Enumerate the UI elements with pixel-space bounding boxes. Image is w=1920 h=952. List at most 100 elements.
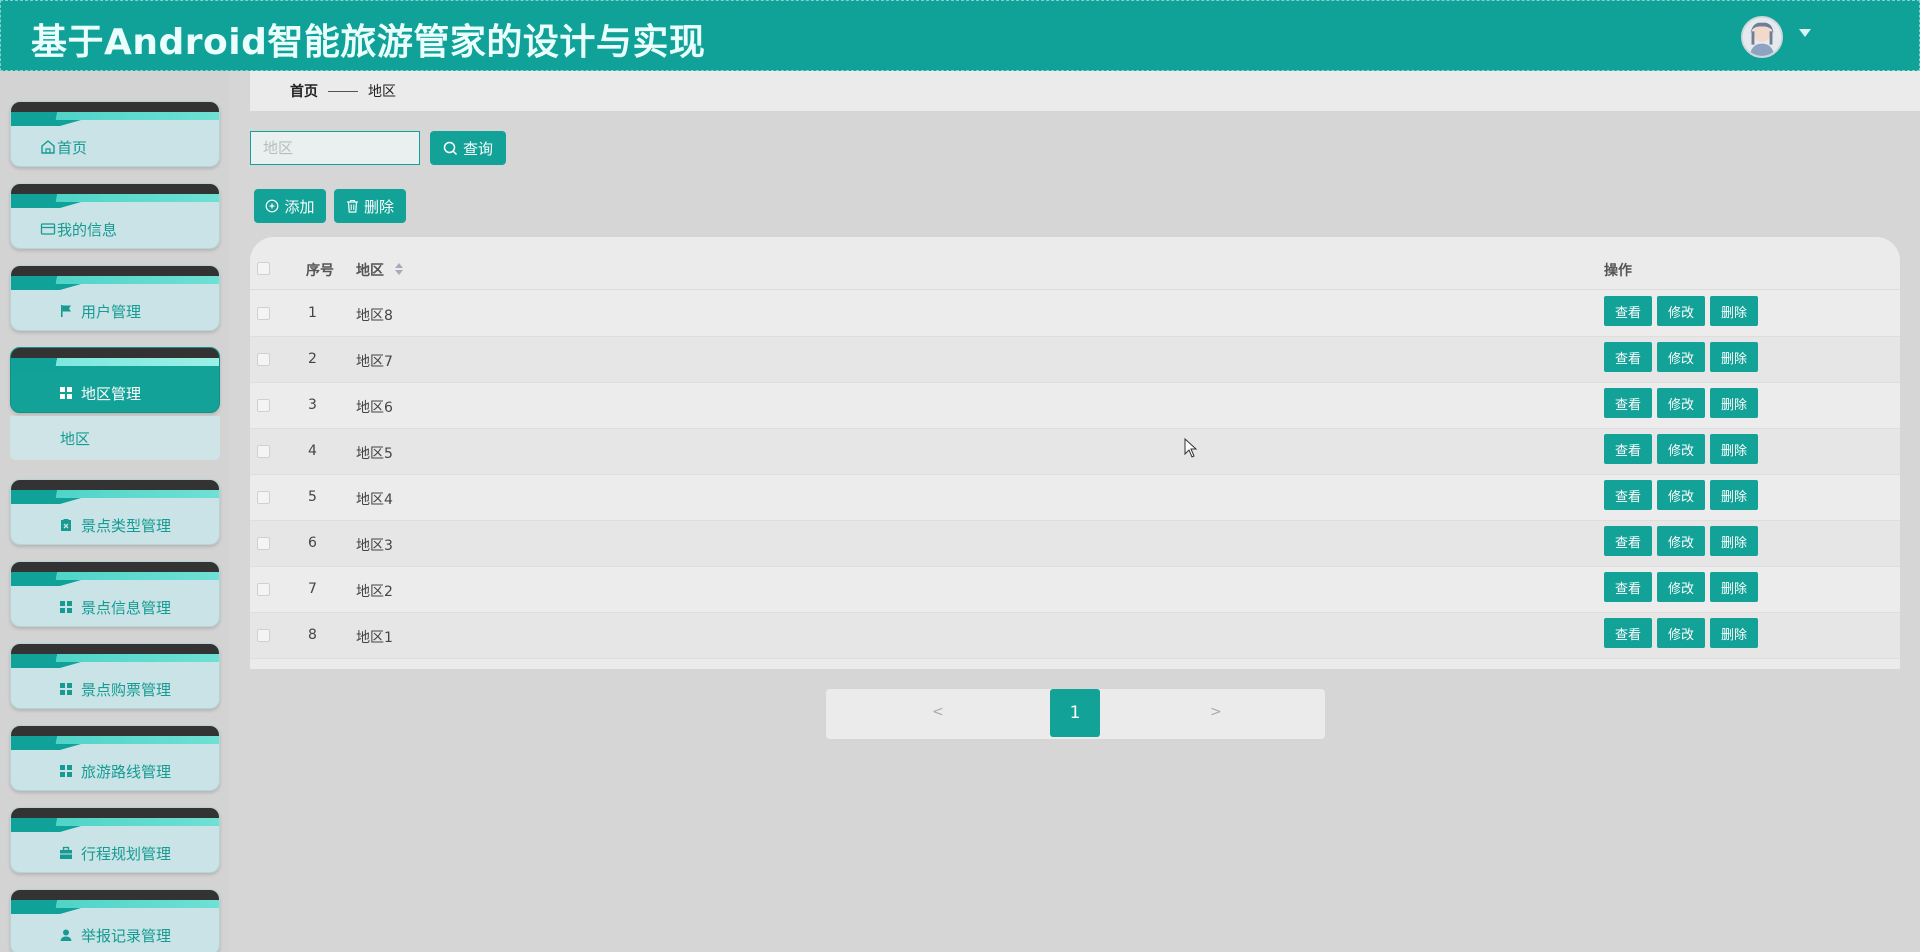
- row-index: 5: [308, 489, 317, 505]
- select-all-checkbox[interactable]: [257, 262, 270, 275]
- table-row: 1 地区8 查看 修改 删除: [250, 291, 1900, 337]
- table-row: 8 地区1 查看 修改 删除: [250, 613, 1900, 659]
- batch-delete-button-label: 删除: [363, 197, 394, 216]
- edit-button[interactable]: 修改: [1657, 296, 1705, 326]
- sort-icon[interactable]: [394, 263, 403, 279]
- page-number-button[interactable]: 1: [1050, 689, 1100, 737]
- edit-button[interactable]: 修改: [1657, 480, 1705, 510]
- chevron-down-icon[interactable]: [1799, 29, 1811, 37]
- view-button[interactable]: 查看: [1604, 388, 1652, 418]
- search-button-label: 查询: [462, 139, 493, 158]
- row-region: 地区5: [356, 446, 393, 462]
- view-button[interactable]: 查看: [1604, 526, 1652, 556]
- view-button[interactable]: 查看: [1604, 434, 1652, 464]
- sidebar-item-itinerary-management[interactable]: 行程规划管理: [10, 807, 220, 873]
- sidebar-item-label: 地区管理: [81, 384, 142, 403]
- grid-icon: [57, 598, 75, 616]
- row-checkbox[interactable]: [257, 399, 270, 412]
- search-button[interactable]: 查询: [430, 131, 506, 165]
- sidebar-item-region-management[interactable]: 地区管理: [10, 347, 220, 413]
- edit-button[interactable]: 修改: [1657, 342, 1705, 372]
- next-page-button[interactable]: >: [1210, 704, 1222, 720]
- breadcrumb: 首页 地区: [250, 71, 1920, 111]
- edit-button[interactable]: 修改: [1657, 434, 1705, 464]
- sidebar-item-ticket-management[interactable]: 景点购票管理: [10, 643, 220, 709]
- row-checkbox[interactable]: [257, 537, 270, 550]
- sidebar-item-attraction-type-management[interactable]: 景点类型管理: [10, 479, 220, 545]
- sidebar-item-label: 举报记录管理: [81, 926, 172, 945]
- column-header-region-label: 地区: [356, 263, 384, 279]
- row-region: 地区4: [356, 492, 393, 508]
- app-header: 基于Android智能旅游管家的设计与实现: [0, 0, 1920, 71]
- delete-button[interactable]: 删除: [1710, 526, 1758, 556]
- mouse-cursor-icon: [1184, 438, 1198, 458]
- sidebar-subitem-region[interactable]: 地区: [10, 416, 220, 460]
- row-checkbox[interactable]: [257, 353, 270, 366]
- sidebar-item-label: 首页: [57, 138, 88, 157]
- row-index: 3: [308, 397, 317, 413]
- view-button[interactable]: 查看: [1604, 296, 1652, 326]
- sidebar-item-attraction-info-management[interactable]: 景点信息管理: [10, 561, 220, 627]
- grid-icon: [57, 384, 75, 402]
- sidebar-item-home[interactable]: 首页: [10, 101, 220, 167]
- sidebar-item-label: 景点类型管理: [81, 516, 172, 535]
- batch-delete-button[interactable]: 删除: [334, 189, 406, 223]
- user-avatar[interactable]: [1741, 16, 1783, 58]
- edit-button[interactable]: 修改: [1657, 618, 1705, 648]
- search-input[interactable]: [250, 131, 420, 165]
- clipboard-icon: [57, 516, 75, 534]
- table-row: 3 地区6 查看 修改 删除: [250, 383, 1900, 429]
- column-header-region[interactable]: 地区: [356, 260, 403, 280]
- delete-button[interactable]: 删除: [1710, 572, 1758, 602]
- view-button[interactable]: 查看: [1604, 572, 1652, 602]
- row-checkbox[interactable]: [257, 629, 270, 642]
- sidebar-item-user-management[interactable]: 用户管理: [10, 265, 220, 331]
- add-button-label: 添加: [284, 197, 315, 216]
- breadcrumb-home[interactable]: 首页: [290, 81, 318, 101]
- row-index: 1: [308, 305, 317, 321]
- column-header-index: 序号: [306, 263, 334, 279]
- flag-icon: [57, 302, 75, 320]
- row-index: 8: [308, 627, 317, 643]
- search-icon: [443, 141, 458, 156]
- sidebar-item-route-management[interactable]: 旅游路线管理: [10, 725, 220, 791]
- edit-button[interactable]: 修改: [1657, 572, 1705, 602]
- add-button[interactable]: 添加: [254, 189, 326, 223]
- row-region: 地区7: [356, 354, 393, 370]
- edit-button[interactable]: 修改: [1657, 388, 1705, 418]
- edit-button[interactable]: 修改: [1657, 526, 1705, 556]
- row-checkbox[interactable]: [257, 445, 270, 458]
- delete-button[interactable]: 删除: [1710, 434, 1758, 464]
- app-title: 基于Android智能旅游管家的设计与实现: [31, 22, 706, 63]
- table-row: 4 地区5 查看 修改 删除: [250, 429, 1900, 475]
- view-button[interactable]: 查看: [1604, 618, 1652, 648]
- view-button[interactable]: 查看: [1604, 480, 1652, 510]
- row-index: 2: [308, 351, 317, 367]
- row-region: 地区3: [356, 538, 393, 554]
- delete-button[interactable]: 删除: [1710, 480, 1758, 510]
- table-row: 7 地区2 查看 修改 删除: [250, 567, 1900, 613]
- sidebar-item-my-info[interactable]: 我的信息: [10, 183, 220, 249]
- delete-button[interactable]: 删除: [1710, 388, 1758, 418]
- table-row: 5 地区4 查看 修改 删除: [250, 475, 1900, 521]
- sidebar-item-label: 景点信息管理: [81, 598, 172, 617]
- row-index: 7: [308, 581, 317, 597]
- pagination: < 1 >: [826, 689, 1325, 739]
- prev-page-button[interactable]: <: [932, 704, 944, 720]
- row-checkbox[interactable]: [257, 583, 270, 596]
- delete-button[interactable]: 删除: [1710, 342, 1758, 372]
- breadcrumb-current: 地区: [368, 84, 396, 100]
- sidebar-item-label: 我的信息: [57, 220, 118, 239]
- sidebar-item-report-management[interactable]: 举报记录管理: [10, 889, 220, 952]
- sidebar-item-label: 行程规划管理: [81, 844, 172, 863]
- row-index: 6: [308, 535, 317, 551]
- sidebar-subitem-label: 地区: [60, 430, 91, 448]
- row-checkbox[interactable]: [257, 491, 270, 504]
- row-checkbox[interactable]: [257, 307, 270, 320]
- row-region: 地区6: [356, 400, 393, 416]
- delete-button[interactable]: 删除: [1710, 296, 1758, 326]
- view-button[interactable]: 查看: [1604, 342, 1652, 372]
- row-region: 地区8: [356, 308, 393, 324]
- sidebar-item-label: 旅游路线管理: [81, 762, 172, 781]
- delete-button[interactable]: 删除: [1710, 618, 1758, 648]
